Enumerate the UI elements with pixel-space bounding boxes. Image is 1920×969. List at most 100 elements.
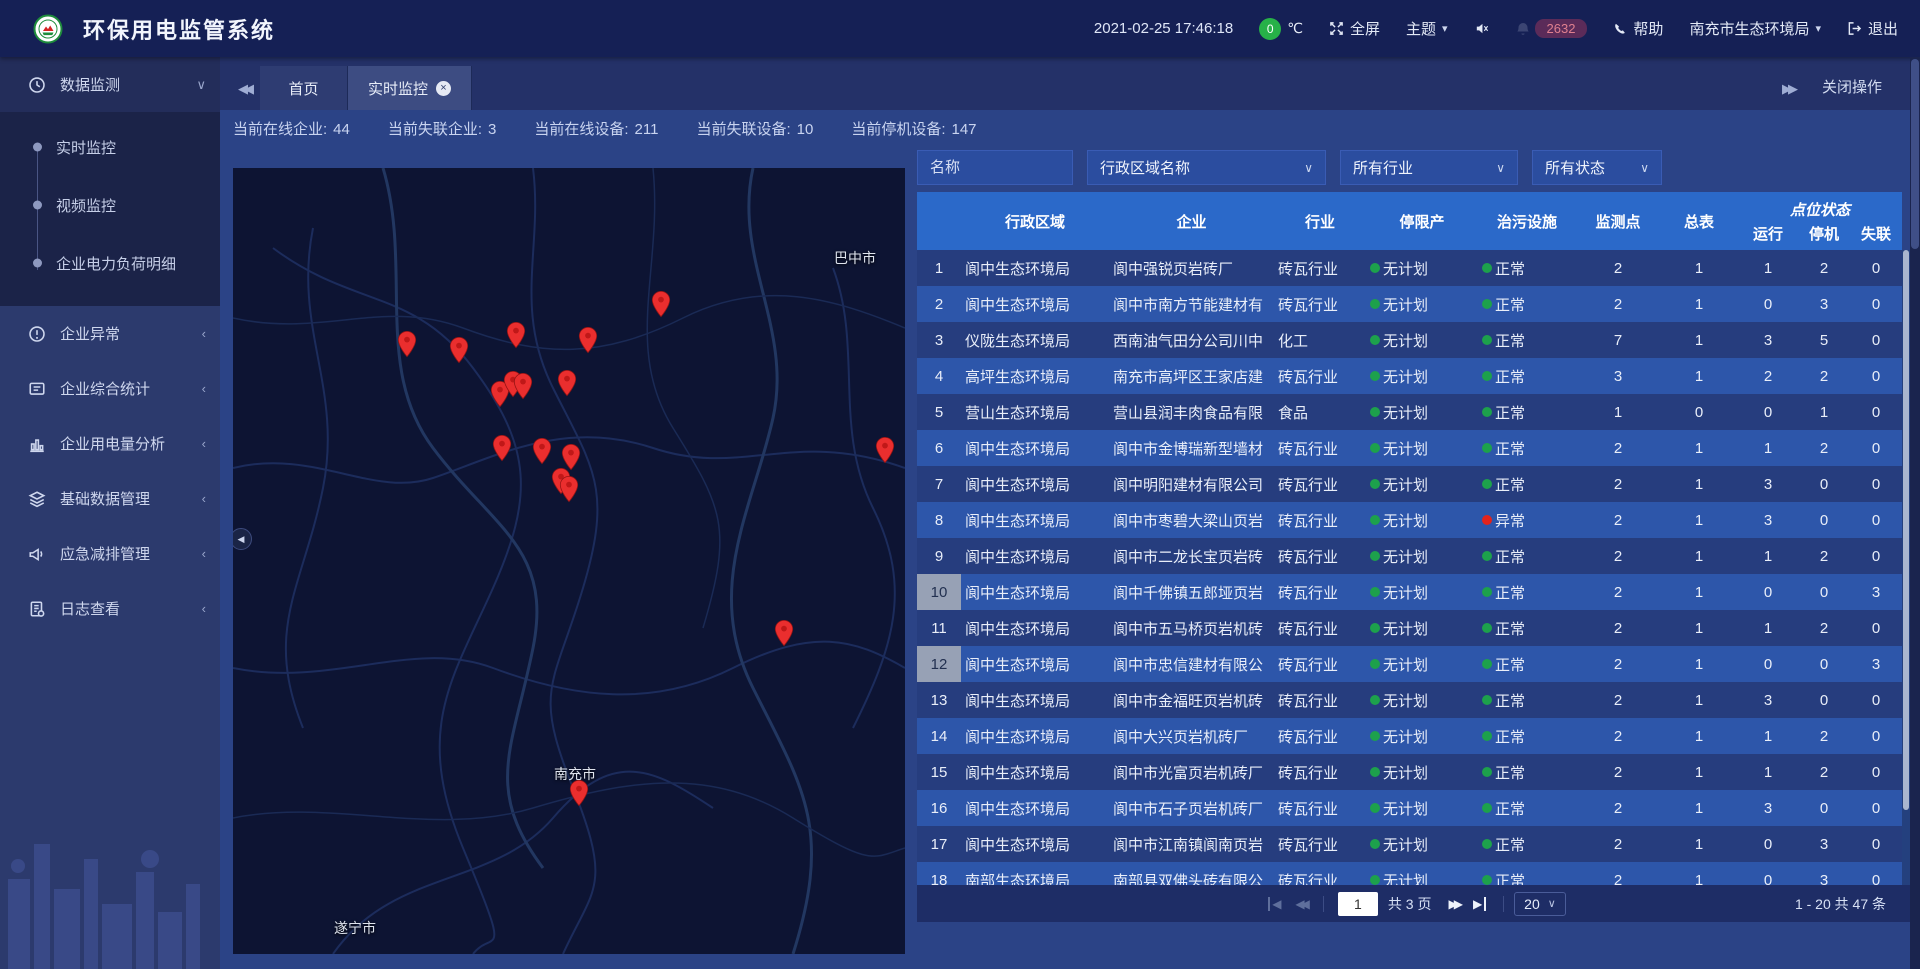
sidebar-item-clock[interactable]: 数据监测 ∨ [0, 57, 220, 112]
row-index: 7 [917, 466, 961, 502]
sidebar-subitem[interactable]: 视频监控 [0, 176, 220, 234]
tab[interactable]: 首页 [260, 66, 348, 110]
table-row[interactable]: 7 阆中生态环境局 阆中明阳建材有限公司 砖瓦行业 无计划 正常 2 1 3 0… [917, 466, 1902, 502]
notifications-button[interactable]: 2632 [1515, 19, 1588, 38]
map-pin[interactable] [876, 436, 895, 464]
row-region: 阆中生态环境局 [961, 790, 1109, 826]
theme-dropdown[interactable]: 主题▾ [1406, 18, 1448, 39]
row-limit-status: 无计划 [1366, 610, 1478, 646]
row-monitor-points: 2 [1576, 574, 1660, 610]
tab[interactable]: 实时监控 × [348, 66, 472, 110]
table-row[interactable]: 10 阆中生态环境局 阆中千佛镇五郎垭页岩 砖瓦行业 无计划 正常 2 1 0 … [917, 574, 1902, 610]
table-row[interactable]: 1 阆中生态环境局 阆中强锐页岩砖厂 砖瓦行业 无计划 正常 2 1 1 2 0 [917, 250, 1902, 286]
row-index: 1 [917, 250, 961, 286]
prev-page-button[interactable]: ◀◀ [1288, 897, 1312, 911]
status-dot-icon [1370, 623, 1380, 633]
next-page-button[interactable]: ▶▶ [1441, 897, 1465, 911]
map-pin[interactable] [570, 779, 589, 807]
brand: 环保用电监管系统 [33, 13, 275, 45]
map-pin[interactable] [560, 475, 579, 503]
table-row[interactable]: 18 南部生态环境局 南部县双佛头砖有限公 砖瓦行业 无计划 正常 2 1 0 … [917, 862, 1902, 885]
fullscreen-button[interactable]: 全屏 [1329, 18, 1380, 39]
row-index: 5 [917, 394, 961, 430]
table-row[interactable]: 13 阆中生态环境局 阆中市金福旺页岩机砖 砖瓦行业 无计划 正常 2 1 3 … [917, 682, 1902, 718]
table-row[interactable]: 4 高坪生态环境局 南充市高坪区王家店建 砖瓦行业 无计划 正常 3 1 2 2… [917, 358, 1902, 394]
row-lost-count: 0 [1850, 610, 1902, 646]
table-row[interactable]: 3 仪陇生态环境局 西南油气田分公司川中 化工 无计划 正常 7 1 3 5 0 [917, 322, 1902, 358]
row-index: 14 [917, 718, 961, 754]
map-pin[interactable] [579, 326, 598, 354]
map-pin[interactable] [652, 290, 671, 318]
tab-close-icon[interactable]: × [436, 81, 451, 96]
user-dropdown[interactable]: 南充市生态环境局▾ [1689, 18, 1821, 39]
name-filter-input[interactable] [917, 150, 1073, 185]
sidebar-subitem[interactable]: 企业电力负荷明细 [0, 234, 220, 292]
row-facility-status: 正常 [1478, 394, 1576, 430]
last-page-button[interactable]: ▶ [1466, 897, 1493, 911]
sidebar-item-chart[interactable]: 企业用电量分析 ‹ [0, 416, 220, 471]
table-row[interactable]: 5 营山生态环境局 营山县润丰肉食品有限 食品 无计划 正常 1 0 0 1 0 [917, 394, 1902, 430]
mute-button[interactable] [1474, 21, 1489, 36]
row-limit-status: 无计划 [1366, 322, 1478, 358]
sidebar-item-log[interactable]: 日志查看 ‹ [0, 581, 220, 636]
row-total-meter: 1 [1660, 718, 1738, 754]
row-limit-status: 无计划 [1366, 502, 1478, 538]
tabs-scroll-right-icon[interactable]: ▶▶ [1764, 81, 1822, 110]
status-filter-select[interactable]: 所有状态∨ [1532, 150, 1662, 185]
table-row[interactable]: 15 阆中生态环境局 阆中市光富页岩机砖厂 砖瓦行业 无计划 正常 2 1 1 … [917, 754, 1902, 790]
table-row[interactable]: 6 阆中生态环境局 阆中市金博瑞新型墙材 砖瓦行业 无计划 正常 2 1 1 2… [917, 430, 1902, 466]
tabs-scroll-left-icon[interactable]: ◀◀ [220, 81, 260, 110]
divider [1323, 896, 1324, 912]
map-pin[interactable] [558, 369, 577, 397]
table-row[interactable]: 2 阆中生态环境局 阆中市南方节能建材有 砖瓦行业 无计划 正常 2 1 0 3… [917, 286, 1902, 322]
sidebar-submenu: 实时监控 视频监控 企业电力负荷明细 [0, 112, 220, 306]
map-pin[interactable] [507, 321, 526, 349]
sidebar-item-alert[interactable]: 企业异常 ‹ [0, 306, 220, 361]
row-limit-status: 无计划 [1366, 394, 1478, 430]
map-pin[interactable] [775, 619, 794, 647]
page-number-input[interactable] [1338, 892, 1378, 916]
table-row[interactable]: 12 阆中生态环境局 阆中市忠信建材有限公 砖瓦行业 无计划 正常 2 1 0 … [917, 646, 1902, 682]
window-scrollbar[interactable] [1910, 57, 1920, 969]
app-root: 环保用电监管系统 2021-02-25 17:46:18 0 ℃ 全屏 主题▾ [0, 0, 1920, 969]
sidebar-item-stats[interactable]: 企业综合统计 ‹ [0, 361, 220, 416]
close-operations-button[interactable]: 关闭操作 [1822, 76, 1892, 110]
chevron-down-icon: ▾ [1815, 22, 1821, 35]
map-pin[interactable] [450, 336, 469, 364]
region-filter-select[interactable]: 行政区域名称∨ [1087, 150, 1326, 185]
table-row[interactable]: 17 阆中生态环境局 阆中市江南镇阆南页岩 砖瓦行业 无计划 正常 2 1 0 … [917, 826, 1902, 862]
status-dot-icon [1482, 551, 1492, 561]
sidebar-item-horn[interactable]: 应急减排管理 ‹ [0, 526, 220, 581]
industry-filter-select[interactable]: 所有行业∨ [1340, 150, 1518, 185]
window-scrollbar-thumb[interactable] [1911, 59, 1919, 249]
help-button[interactable]: 帮助 [1613, 18, 1663, 39]
chevron-icon: ∨ [196, 77, 206, 93]
bullet-dot-icon [33, 259, 42, 268]
table-row[interactable]: 16 阆中生态环境局 阆中市石子页岩机砖厂 砖瓦行业 无计划 正常 2 1 3 … [917, 790, 1902, 826]
table-row[interactable]: 9 阆中生态环境局 阆中市二龙长宝页岩砖 砖瓦行业 无计划 正常 2 1 1 2… [917, 538, 1902, 574]
row-monitor-points: 2 [1576, 790, 1660, 826]
map-pin[interactable] [514, 372, 533, 400]
map-pin[interactable] [493, 434, 512, 462]
row-stop-count: 2 [1798, 358, 1850, 394]
row-industry: 化工 [1274, 322, 1366, 358]
table-row[interactable]: 8 阆中生态环境局 阆中市枣碧大梁山页岩 砖瓦行业 无计划 异常 2 1 3 0… [917, 502, 1902, 538]
sidebar-subitem[interactable]: 实时监控 [0, 118, 220, 176]
row-enterprise: 阆中市光富页岩机砖厂 [1109, 754, 1274, 790]
map-pin[interactable] [398, 330, 417, 358]
row-lost-count: 0 [1850, 754, 1902, 790]
row-lost-count: 0 [1850, 466, 1902, 502]
table-row[interactable]: 11 阆中生态环境局 阆中市五马桥页岩机砖 砖瓦行业 无计划 正常 2 1 1 … [917, 610, 1902, 646]
row-enterprise: 阆中市忠信建材有限公 [1109, 646, 1274, 682]
table-scrollbar[interactable] [1902, 250, 1910, 885]
first-page-button[interactable]: ◀ [1261, 897, 1288, 911]
map-pin[interactable] [533, 437, 552, 465]
sidebar-item-layers[interactable]: 基础数据管理 ‹ [0, 471, 220, 526]
page-size-select[interactable]: 20 ∨ [1514, 892, 1566, 916]
table-scrollbar-thumb[interactable] [1903, 250, 1909, 810]
map-container[interactable]: 巴中市 南充市 遂宁市 [233, 168, 905, 954]
row-index: 17 [917, 826, 961, 862]
row-run-count: 0 [1738, 826, 1798, 862]
table-row[interactable]: 14 阆中生态环境局 阆中大兴页岩机砖厂 砖瓦行业 无计划 正常 2 1 1 2… [917, 718, 1902, 754]
logout-button[interactable]: 退出 [1847, 18, 1898, 39]
